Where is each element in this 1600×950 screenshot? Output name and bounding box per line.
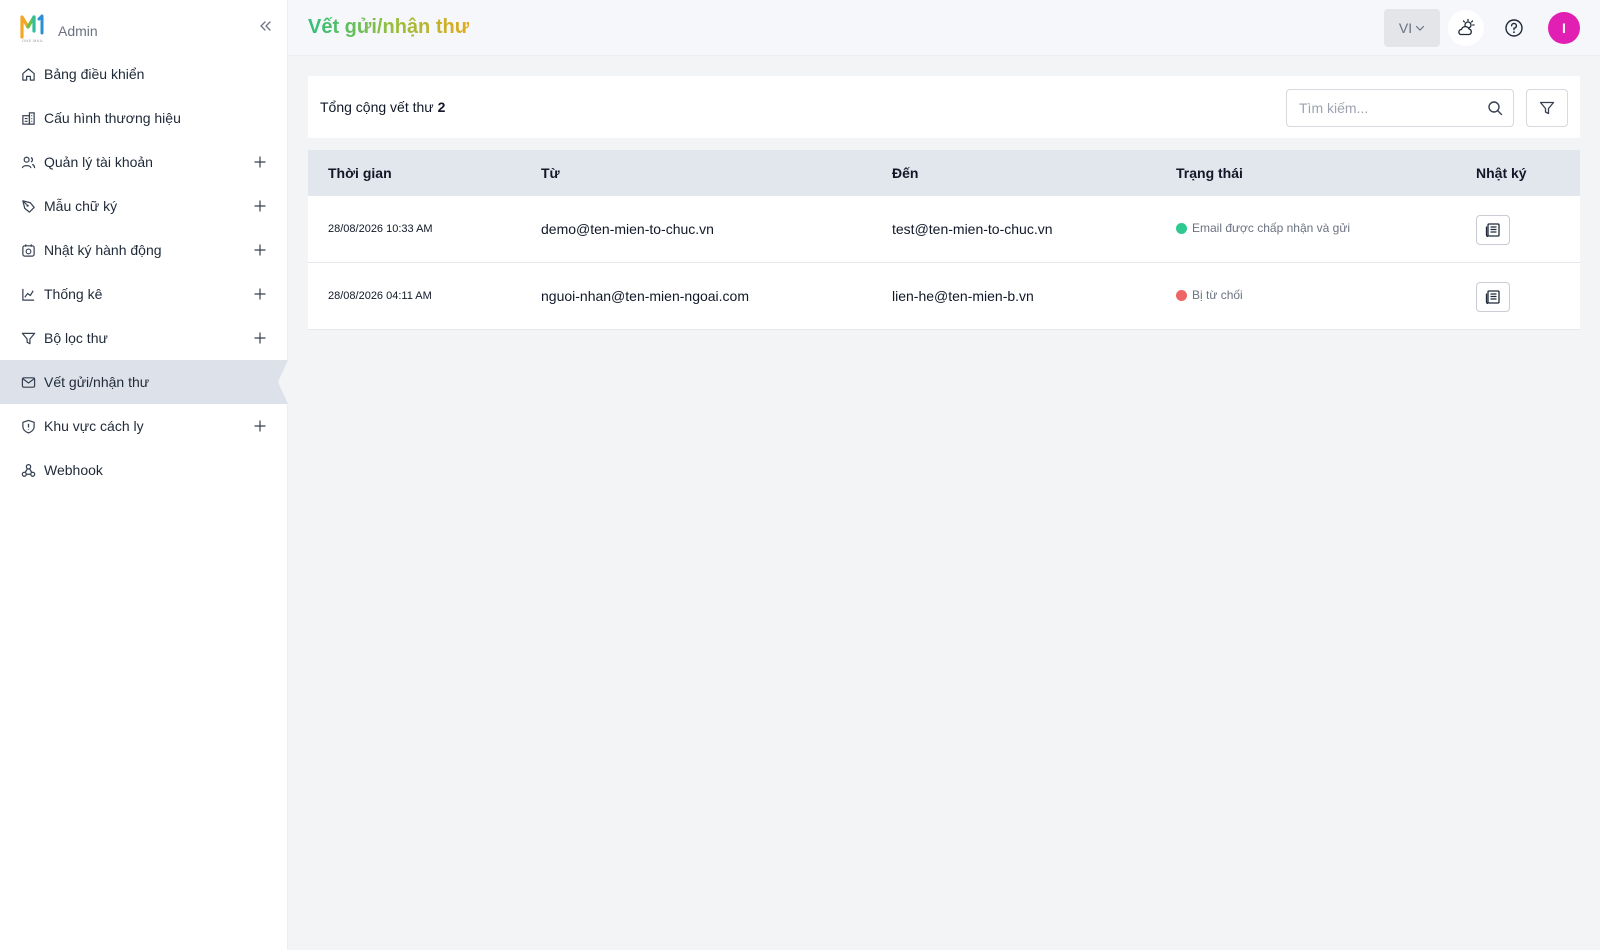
language-selector[interactable]: VI [1384, 9, 1440, 47]
sidebar-item-quarantine[interactable]: Khu vực cách ly [0, 404, 288, 448]
chevron-down-icon [1416, 25, 1425, 31]
top-header: Vết gửi/nhận thư VI I [288, 0, 1600, 56]
brand: ONE MAIL Admin [20, 12, 98, 43]
column-header-from[interactable]: Từ [541, 165, 560, 181]
table-row[interactable]: 28/08/2026 04:11 AM nguoi-nhan@ten-mien-… [308, 263, 1580, 330]
sidebar-nav: Bảng điều khiển Cấu hình thương hiệu Quả… [0, 52, 288, 492]
plus-icon[interactable] [252, 154, 268, 170]
status-dot [1176, 289, 1187, 301]
total-traces: Tổng cộng vết thư 2 [320, 99, 445, 115]
plus-icon[interactable] [252, 418, 268, 434]
page-title: Vết gửi/nhận thư [308, 16, 470, 38]
shield-icon [20, 418, 36, 434]
column-header-log: Nhật ký [1476, 165, 1527, 181]
column-header-status[interactable]: Trạng thái [1176, 165, 1243, 181]
table-header: Thời gian Từ Đến Trạng thái Nhật ký [308, 150, 1580, 196]
sidebar-item-webhook[interactable]: Webhook [0, 448, 288, 492]
plus-icon[interactable] [252, 198, 268, 214]
sidebar-item-statistics[interactable]: Thống kê [0, 272, 288, 316]
cell-to: test@ten-mien-to-chuc.vn [892, 221, 1053, 237]
log-document-icon [1485, 290, 1500, 305]
trace-toolbar: Tổng cộng vết thư 2 [308, 76, 1580, 138]
sidebar-item-label: Vết gửi/nhận thư [44, 374, 150, 390]
sidebar-item-label: Bảng điều khiển [44, 66, 145, 82]
search-box [1286, 89, 1514, 127]
sidebar-item-label: Cấu hình thương hiệu [44, 110, 181, 126]
plus-icon[interactable] [252, 330, 268, 346]
sidebar-item-label: Mẫu chữ ký [44, 198, 118, 214]
status-text: Email được chấp nhận và gửi [1192, 221, 1351, 235]
sidebar-item-mail-filter[interactable]: Bộ lọc thư [0, 316, 288, 360]
search-input[interactable] [1287, 90, 1477, 126]
sidebar-item-label: Bộ lọc thư [44, 330, 108, 346]
logo-wordmark: ONE MAIL [22, 38, 44, 43]
cell-to: lien-he@ten-mien-b.vn [892, 288, 1034, 304]
sidebar-item-label: Webhook [44, 462, 103, 478]
view-log-button[interactable] [1476, 282, 1510, 312]
sidebar-item-label: Quản lý tài khoản [44, 154, 153, 170]
trace-table: Thời gian Từ Đến Trạng thái Nhật ký 28/0… [308, 150, 1580, 330]
status-badge: Bị từ chối [1176, 288, 1243, 302]
status-text: Bị từ chối [1192, 288, 1243, 302]
sidebar: ONE MAIL Admin Bảng điều khiển Cấu hình … [0, 0, 288, 950]
cell-from: demo@ten-mien-to-chuc.vn [541, 221, 714, 237]
users-icon [20, 154, 36, 170]
filter-icon [20, 330, 36, 346]
webhook-icon [20, 462, 36, 478]
sidebar-item-dashboard[interactable]: Bảng điều khiển [0, 52, 288, 96]
sidebar-item-label: Thống kê [44, 286, 103, 302]
sidebar-item-branding[interactable]: Cấu hình thương hiệu [0, 96, 288, 140]
home-icon [20, 66, 36, 82]
cell-time: 28/08/2026 04:11 AM [328, 290, 432, 302]
search-icon[interactable] [1487, 100, 1503, 116]
column-header-to[interactable]: Đến [892, 165, 918, 181]
status-badge: Email được chấp nhận và gửi [1176, 221, 1350, 235]
view-log-button[interactable] [1476, 215, 1510, 245]
help-circle-icon [1505, 19, 1523, 37]
chart-icon [20, 286, 36, 302]
sidebar-item-action-log[interactable]: Nhật ký hành động [0, 228, 288, 272]
plus-icon[interactable] [252, 242, 268, 258]
brand-role: Admin [58, 23, 98, 39]
theme-toggle-button[interactable] [1448, 10, 1484, 46]
sidebar-item-label: Nhật ký hành động [44, 242, 162, 258]
sidebar-item-signature-templates[interactable]: Mẫu chữ ký [0, 184, 288, 228]
table-row[interactable]: 28/08/2026 10:33 AM demo@ten-mien-to-chu… [308, 196, 1580, 263]
plus-icon[interactable] [252, 286, 268, 302]
user-avatar[interactable]: I [1548, 12, 1580, 44]
total-count: 2 [437, 99, 446, 115]
log-document-icon [1485, 223, 1500, 238]
sidebar-item-mail-trace[interactable]: Vết gửi/nhận thư [0, 360, 288, 404]
help-button[interactable] [1496, 10, 1532, 46]
total-label: Tổng cộng vết thư [320, 99, 434, 115]
onemail-logo[interactable]: ONE MAIL [20, 13, 46, 43]
filter-icon [1539, 101, 1555, 115]
sidebar-item-account-management[interactable]: Quản lý tài khoản [0, 140, 288, 184]
weather-theme-icon [1458, 18, 1475, 36]
history-icon [20, 242, 36, 258]
cell-from: nguoi-nhan@ten-mien-ngoai.com [541, 288, 749, 304]
pen-nib-icon [20, 198, 36, 214]
sidebar-item-label: Khu vực cách ly [44, 418, 144, 434]
mail-icon [20, 374, 36, 390]
status-dot [1176, 222, 1187, 234]
collapse-sidebar-button[interactable] [256, 17, 274, 35]
chevrons-left-icon [260, 21, 271, 31]
language-value: VI [1398, 20, 1413, 36]
filter-button[interactable] [1526, 89, 1568, 127]
column-header-time[interactable]: Thời gian [328, 165, 392, 181]
building-icon [20, 110, 36, 126]
cell-time: 28/08/2026 10:33 AM [328, 223, 433, 235]
